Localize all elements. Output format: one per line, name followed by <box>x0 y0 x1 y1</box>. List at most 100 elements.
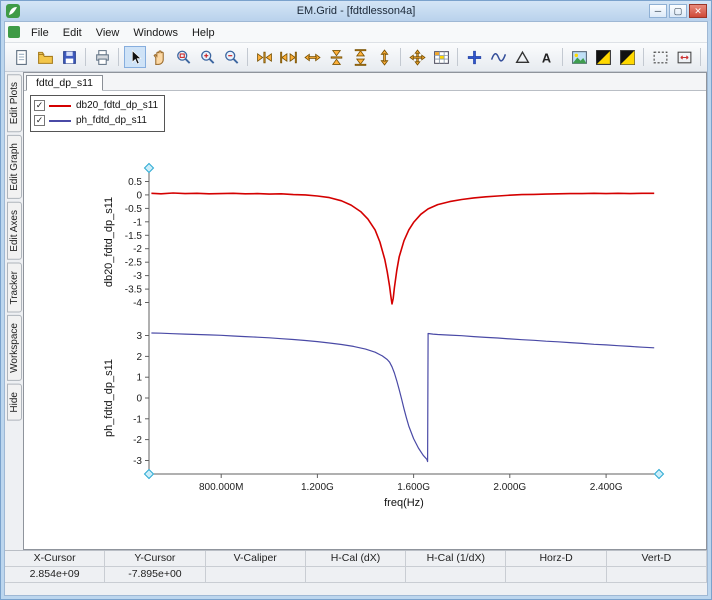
y-tick-label: -2 <box>133 435 142 446</box>
side-tab-edit-plots[interactable]: Edit Plots <box>6 74 22 133</box>
y-tick-label: -3.5 <box>125 285 143 296</box>
x-axis-zoom-out-icon[interactable] <box>277 46 299 68</box>
toolbar-separator <box>700 48 701 66</box>
menu-file[interactable]: File <box>24 25 56 41</box>
y-tick-label: -1.5 <box>125 231 143 242</box>
curve-db20_fdtd_dp_s11 <box>151 192 655 305</box>
invert-colors-icon[interactable] <box>592 46 614 68</box>
close-button[interactable]: ✕ <box>689 4 707 18</box>
y-axis-label-ph_fdtd_dp_s11: ph_fdtd_dp_s11 <box>103 359 115 437</box>
zoom-out-icon[interactable] <box>220 46 242 68</box>
grid-icon[interactable] <box>430 46 452 68</box>
x-tick-label: 800.000M <box>199 482 243 493</box>
y-axis-full-scale-icon[interactable] <box>373 46 395 68</box>
autoscale-icon[interactable] <box>406 46 428 68</box>
axis-handle[interactable] <box>143 468 155 480</box>
minimize-button[interactable]: ─ <box>649 4 667 18</box>
x-tick-label: 2.400G <box>590 482 623 493</box>
status-header-y-cursor: Y-Cursor <box>105 551 206 566</box>
menu-windows[interactable]: Windows <box>126 25 185 41</box>
status-header-x-cursor: X-Cursor <box>5 551 106 566</box>
y-tick-label: 0 <box>136 394 142 405</box>
y-tick-label: -1 <box>133 414 142 425</box>
menu-view[interactable]: View <box>89 25 127 41</box>
document-tab-bar: fdtd_dp_s11 <box>24 73 706 91</box>
print-icon[interactable] <box>91 46 113 68</box>
trace-icon[interactable] <box>487 46 509 68</box>
snapshot-icon[interactable] <box>568 46 590 68</box>
chart-area: 0.5 0 -0.5 -1 -1.5 -2 -2.5 -3 -3.5 -4 db20_fdtd_dp… <box>24 90 706 549</box>
status-bar: X-Cursor Y-Cursor V-Caliper H-Cal (dX) H-Cal… <box>5 550 707 595</box>
legend-item: ✓ ph_fdtd_dp_s11 <box>34 113 158 128</box>
x-axis-zoom-in-icon[interactable] <box>253 46 275 68</box>
legend-label: db20_fdtd_dp_s11 <box>76 100 159 111</box>
window-controls: ─ ▢ ✕ <box>649 4 707 18</box>
svg-text:A: A <box>541 50 550 65</box>
y-tick-label: -1 <box>133 217 142 228</box>
maximize-button[interactable]: ▢ <box>669 4 687 18</box>
legend-label: ph_fdtd_dp_s11 <box>76 115 147 126</box>
delta-marker-icon[interactable] <box>511 46 533 68</box>
save-icon[interactable] <box>58 46 80 68</box>
status-value-vert-d <box>607 567 707 582</box>
x-axis-full-scale-icon[interactable] <box>301 46 323 68</box>
axis-handle[interactable] <box>143 162 155 174</box>
side-tab-hide[interactable]: Hide <box>6 384 22 421</box>
axis-handle[interactable] <box>653 468 665 480</box>
toolbar: A Layout ▾ <box>5 43 711 72</box>
status-header-v-caliper: V-Caliper <box>206 551 306 566</box>
toolbar-separator <box>457 48 458 66</box>
plot-tab-fdtd_dp_s11[interactable]: fdtd_dp_s11 <box>26 75 104 91</box>
legend-line-swatch <box>49 119 71 122</box>
y-tick-label: 2 <box>136 352 142 363</box>
plot-svg: 0.5 0 -0.5 -1 -1.5 -2 -2.5 -3 -3.5 -4 db20_fdtd_dp… <box>103 162 665 509</box>
status-headers: X-Cursor Y-Cursor V-Caliper H-Cal (dX) H-Cal… <box>5 551 707 567</box>
y-axis-zoom-in-icon[interactable] <box>325 46 347 68</box>
main-body: Edit Plots Edit Graph Edit Axes Tracker Work… <box>5 72 707 550</box>
pan-hand-icon[interactable] <box>148 46 170 68</box>
y-tick-label: 0.5 <box>128 177 142 188</box>
toolbar-separator <box>400 48 401 66</box>
toolbar-separator <box>118 48 119 66</box>
side-tab-strip: Edit Plots Edit Graph Edit Axes Tracker Work… <box>5 72 23 550</box>
zoom-window-icon[interactable] <box>172 46 194 68</box>
add-marker-icon[interactable] <box>463 46 485 68</box>
y-axis-zoom-out-icon[interactable] <box>349 46 371 68</box>
y-tick-label: -3 <box>133 456 142 467</box>
y-tick-label: -2.5 <box>125 258 143 269</box>
legend-item: ✓ db20_fdtd_dp_s11 <box>34 98 158 113</box>
x-tick-label: 1.600G <box>397 482 430 493</box>
side-tab-edit-axes[interactable]: Edit Axes <box>6 202 22 260</box>
open-file-icon[interactable] <box>34 46 56 68</box>
document-icon <box>8 26 20 38</box>
fit-view-icon[interactable] <box>673 46 695 68</box>
window-title: EM.Grid - [fdtdlesson4a] <box>296 5 416 17</box>
menu-help[interactable]: Help <box>185 25 222 41</box>
status-header-h-cal-dx: H-Cal (dX) <box>306 551 407 566</box>
background-color-icon[interactable] <box>616 46 638 68</box>
add-text-icon[interactable]: A <box>535 46 557 68</box>
status-value-v-caliper <box>206 567 306 582</box>
new-file-icon[interactable] <box>10 46 32 68</box>
select-cursor-icon[interactable] <box>124 46 146 68</box>
status-header-vert-d: Vert-D <box>607 551 707 566</box>
legend-checkbox[interactable]: ✓ <box>34 115 45 126</box>
zoom-region-icon[interactable] <box>649 46 671 68</box>
title-bar[interactable]: EM.Grid - [fdtdlesson4a] ─ ▢ ✕ <box>1 1 711 21</box>
toolbar-items: A <box>9 46 711 68</box>
y-tick-label: -3 <box>133 271 142 282</box>
legend-checkbox[interactable]: ✓ <box>34 100 45 111</box>
side-tab-workspace[interactable]: Workspace <box>6 315 22 382</box>
caliper-icon[interactable] <box>706 46 711 68</box>
y-axis-label-db20_fdtd_dp_s11: db20_fdtd_dp_s11 <box>103 197 115 287</box>
y-tick-label: 3 <box>136 331 142 342</box>
status-value-h-cal-1-dx <box>406 567 507 582</box>
side-tab-edit-graph[interactable]: Edit Graph <box>6 135 22 200</box>
app-frame: FileEditViewWindowsHelp A Layout ▾ Edit … <box>4 21 711 596</box>
menu-edit[interactable]: Edit <box>56 25 89 41</box>
toolbar-separator <box>85 48 86 66</box>
zoom-in-icon[interactable] <box>196 46 218 68</box>
legend-box: ✓ db20_fdtd_dp_s11 ✓ ph_fdtd_dp_s11 <box>30 95 166 132</box>
side-tab-tracker[interactable]: Tracker <box>6 262 22 313</box>
menu-bar: File Edit View Windows Help <box>5 22 707 43</box>
